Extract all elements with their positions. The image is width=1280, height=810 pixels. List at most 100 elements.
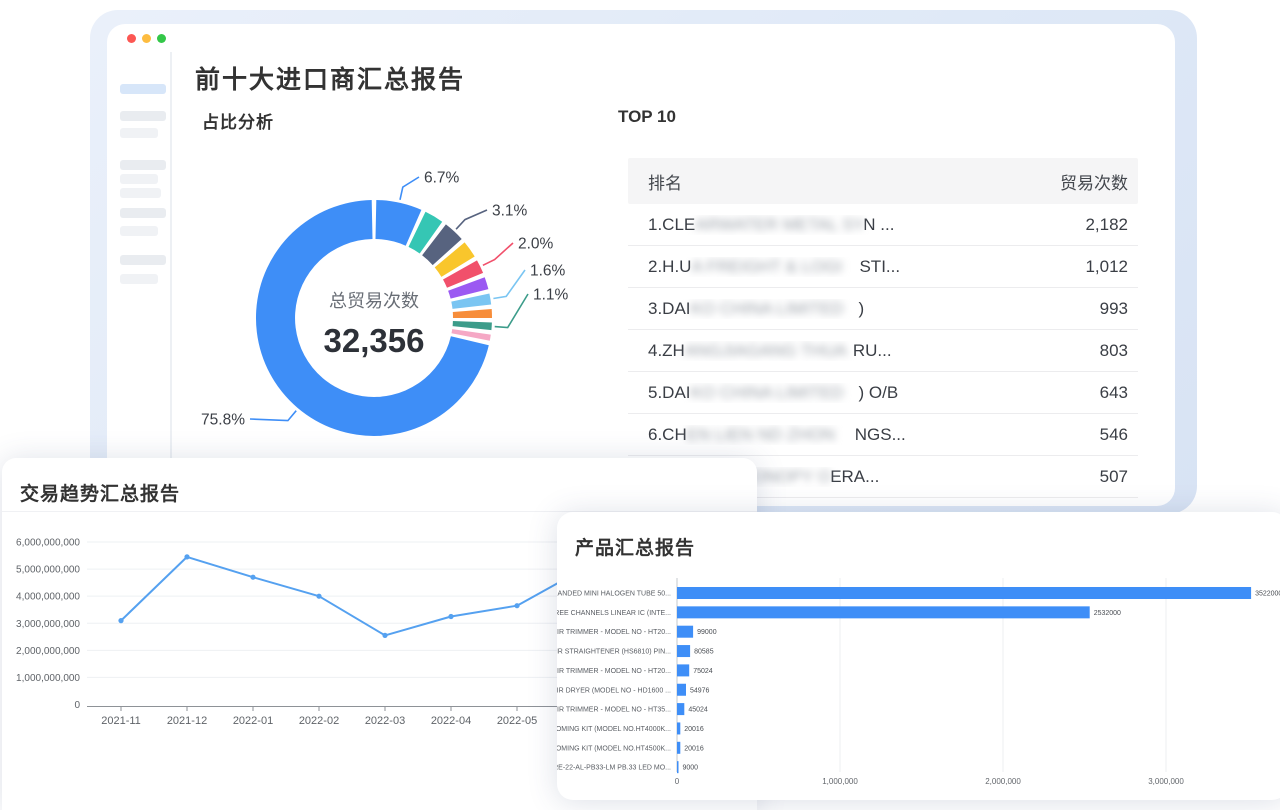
bar-value-label: 75024 xyxy=(693,668,713,675)
share-section-title: 占比分析 xyxy=(202,108,274,133)
y-axis-tick-label: 6,000,000,000 xyxy=(16,538,80,549)
bar-value-label: 45024 xyxy=(688,707,708,714)
data-point[interactable] xyxy=(316,594,321,599)
bar-category-label: HAIR DRYER (MODEL NO - HD1600 ... xyxy=(557,687,671,694)
trend-report-title: 交易趋势汇总报告 xyxy=(20,479,180,506)
donut-segment[interactable] xyxy=(453,321,492,330)
data-point[interactable] xyxy=(118,618,123,623)
skeleton-bar xyxy=(120,160,166,170)
y-axis-tick-label: 0 xyxy=(74,700,80,711)
skeleton-bar xyxy=(120,226,158,236)
donut-segment[interactable] xyxy=(453,309,492,318)
table-row[interactable]: 5.DAIKO CHINA LIMITED) O/B 643 xyxy=(628,372,1138,414)
bar-value-label: 54976 xyxy=(690,687,710,694)
bar[interactable] xyxy=(677,626,693,638)
table-row[interactable]: 3.DAIKO CHINA LIMITED)993 xyxy=(628,288,1138,330)
table-header: 排名 贸易次数 xyxy=(628,158,1138,204)
blurred-name-segment: KO CHINA LIMITED xyxy=(691,383,859,403)
skeleton-bar xyxy=(120,255,166,265)
donut-leader-line xyxy=(493,270,525,299)
trade-count-value: 643 xyxy=(1100,383,1128,403)
bar[interactable] xyxy=(677,761,679,773)
trade-count-value: 803 xyxy=(1100,341,1128,361)
y-axis-tick-label: 5,000,000,000 xyxy=(16,565,80,576)
close-window-icon[interactable] xyxy=(127,34,136,43)
data-point[interactable] xyxy=(448,614,453,619)
product-report-title: 产品汇总报告 xyxy=(575,533,695,560)
column-header-rank: 排名 xyxy=(648,169,682,194)
skeleton-bar xyxy=(120,174,158,184)
data-point[interactable] xyxy=(382,633,387,638)
table-row[interactable]: 1.CLEARWATER METAL SYN ...2,182 xyxy=(628,204,1138,246)
bar-category-label: THREE CHANNELS LINEAR IC (INTE... xyxy=(557,610,671,617)
x-axis-tick-label: 2022-04 xyxy=(431,715,471,727)
data-point[interactable] xyxy=(514,603,519,608)
donut-percent-label: 1.1% xyxy=(533,287,569,304)
bar[interactable] xyxy=(677,722,680,734)
importer-name: 5.DAIKO CHINA LIMITED) O/B xyxy=(648,383,898,403)
bar[interactable] xyxy=(677,606,1090,618)
window-controls xyxy=(127,34,166,43)
top10-section-title: TOP 10 xyxy=(618,107,676,127)
importer-name: 6.CHEN LIEN ND ZHONNGS... xyxy=(648,425,906,445)
product-report-window: 产品汇总报告 01,000,0002,000,0003,000,000UNBRA… xyxy=(557,512,1280,800)
bar-value-label: 2532000 xyxy=(1094,610,1121,617)
trade-count-value: 546 xyxy=(1100,425,1128,445)
y-axis-tick-label: 3,000,000,000 xyxy=(16,619,80,630)
bar-category-label: HAIR TRIMMER - MODEL NO - HT20... xyxy=(557,668,671,675)
x-axis-tick-label: 3,000,000 xyxy=(1148,777,1184,786)
x-axis-tick-label: 2021-11 xyxy=(101,715,141,727)
page-title: 前十大进口商汇总报告 xyxy=(195,60,465,96)
table-row[interactable]: 2.H.UA FREIGHT & LOGISTI...1,012 xyxy=(628,246,1138,288)
zoom-window-icon[interactable] xyxy=(157,34,166,43)
bar-category-label: HRE-22-AL-PB33-LM PB.33 LED MO... xyxy=(557,765,671,772)
y-axis-tick-label: 4,000,000,000 xyxy=(16,592,80,603)
importer-name: 4.ZHANGJIAGANG THUA RU... xyxy=(648,341,892,361)
blurred-name-segment: EN LIEN ND ZHON xyxy=(687,425,855,445)
data-point[interactable] xyxy=(250,575,255,580)
bar-category-label: GROOMING KIT (MODEL NO.HT4000K... xyxy=(557,726,671,733)
bar[interactable] xyxy=(677,703,684,715)
bar[interactable] xyxy=(677,587,1251,599)
skeleton-bar xyxy=(120,111,166,121)
bar[interactable] xyxy=(677,645,690,657)
top10-table: 排名 贸易次数 1.CLEARWATER METAL SYN ...2,1822… xyxy=(628,158,1138,498)
bar-value-label: 99000 xyxy=(697,629,717,636)
bar[interactable] xyxy=(677,664,689,676)
skeleton-bar xyxy=(120,128,158,138)
x-axis-tick-label: 2022-05 xyxy=(497,715,537,727)
bar-category-label: HAIR STRAIGHTENER (HS6810) PIN... xyxy=(557,649,671,656)
x-axis-tick-label: 2022-03 xyxy=(365,715,405,727)
bar-category-label: GROOMING KIT (MODEL NO.HT4500K... xyxy=(557,745,671,752)
skeleton-bar xyxy=(120,208,166,218)
sidebar-divider xyxy=(170,52,172,502)
bar-value-label: 20016 xyxy=(684,745,704,752)
bar-value-label: 80585 xyxy=(694,649,714,656)
bar-value-label: 3522000 xyxy=(1255,591,1280,598)
x-axis-tick-label: 0 xyxy=(675,777,680,786)
importer-report-window: 前十大进口商汇总报告 占比分析 TOP 10 6.7%3.1%2.0%1.6%1… xyxy=(90,10,1197,514)
table-body: 1.CLEARWATER METAL SYN ...2,1822.H.UA FR… xyxy=(628,204,1138,498)
minimize-window-icon[interactable] xyxy=(142,34,151,43)
bar[interactable] xyxy=(677,684,686,696)
blurred-name-segment: ANGJIAGANG THUA xyxy=(685,341,853,361)
y-axis-tick-label: 1,000,000,000 xyxy=(16,673,80,684)
x-axis-tick-label: 2,000,000 xyxy=(985,777,1021,786)
table-row[interactable]: 6.CHEN LIEN ND ZHONNGS... 546 xyxy=(628,414,1138,456)
trade-count-value: 993 xyxy=(1100,299,1128,319)
blurred-name-segment: A FREIGHT & LOGI xyxy=(691,257,859,277)
skeleton-bar xyxy=(120,84,166,94)
y-axis-tick-label: 2,000,000,000 xyxy=(16,646,80,657)
bar-category-label: UNBRANDED MINI HALOGEN TUBE 50... xyxy=(557,591,671,598)
bar-value-label: 9000 xyxy=(683,765,699,772)
donut-leader-line xyxy=(250,411,296,421)
bar[interactable] xyxy=(677,742,680,754)
donut-leader-line xyxy=(495,294,528,328)
trade-count-value: 2,182 xyxy=(1085,215,1128,235)
donut-leader-line xyxy=(456,210,487,229)
bar-value-label: 20016 xyxy=(684,726,704,733)
blurred-name-segment: KO CHINA LIMITED xyxy=(691,299,859,319)
product-bar-chart: 01,000,0002,000,0003,000,000UNBRANDED MI… xyxy=(557,572,1280,798)
table-row[interactable]: 4.ZHANGJIAGANG THUA RU... 803 xyxy=(628,330,1138,372)
data-point[interactable] xyxy=(184,554,189,559)
